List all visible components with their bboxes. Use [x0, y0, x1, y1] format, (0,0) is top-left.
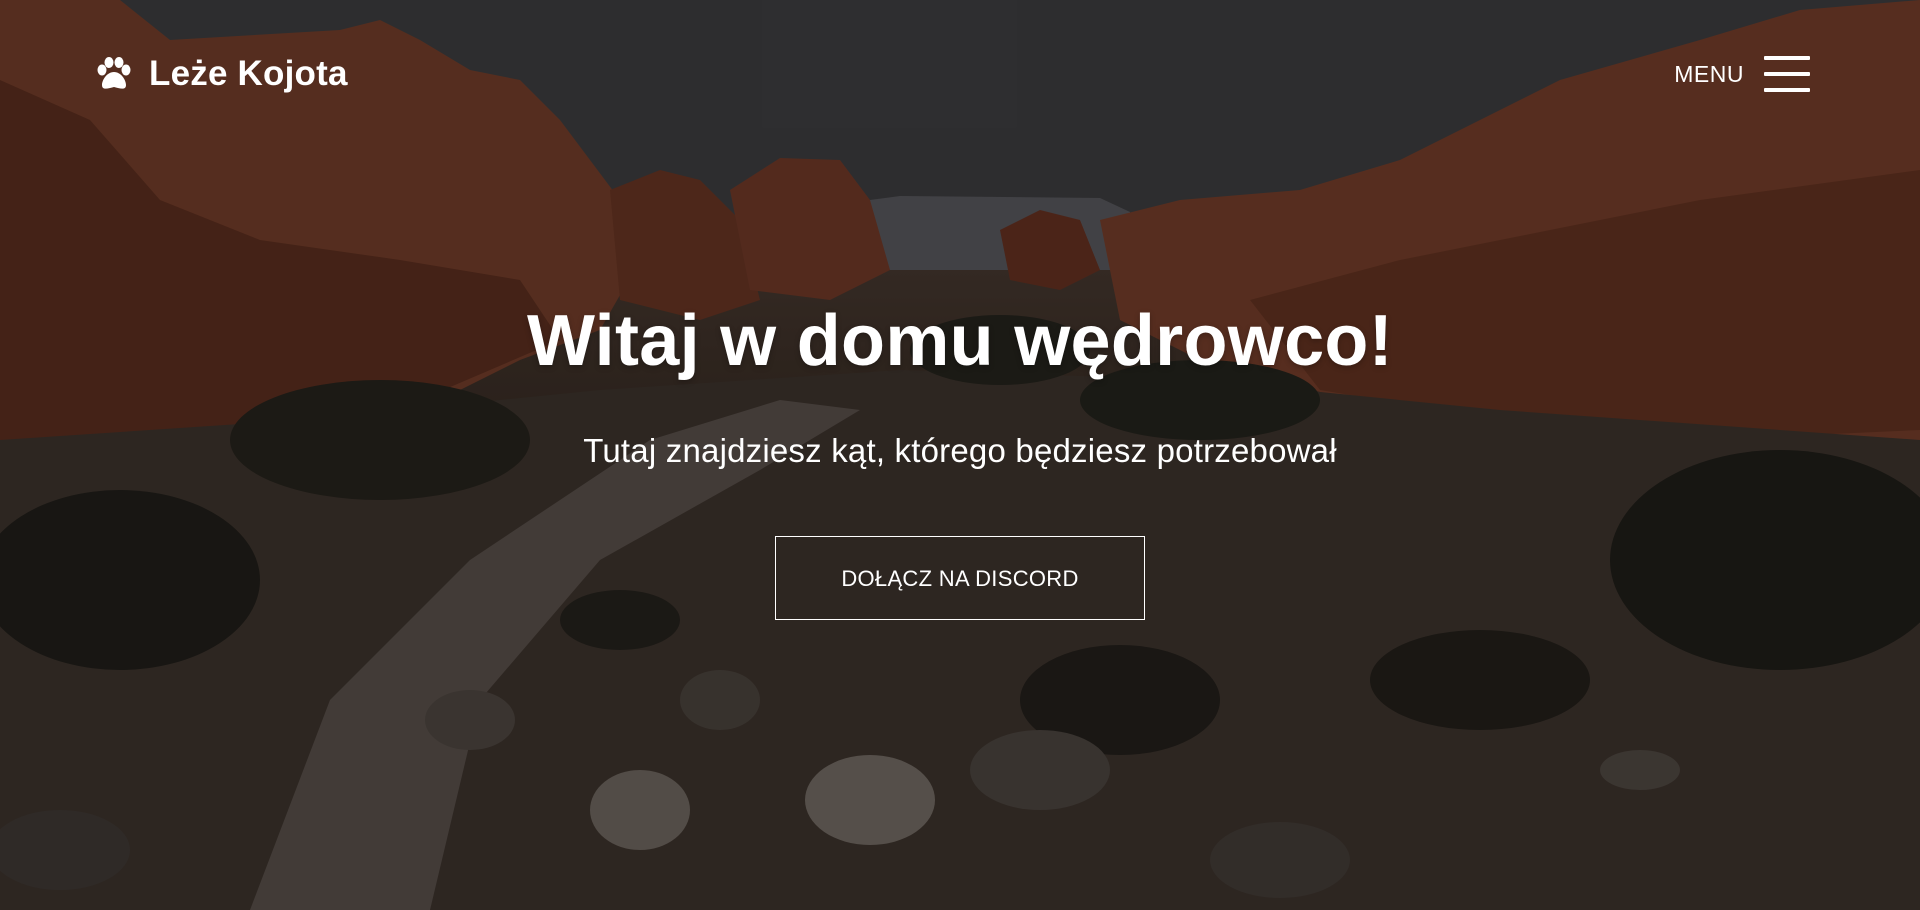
hamburger-icon	[1764, 56, 1810, 92]
paw-icon	[97, 57, 131, 89]
brand-title: Leże Kojota	[149, 54, 348, 93]
hero-title: Witaj w domu wędrowco!	[527, 301, 1393, 381]
hero-section: Leże Kojota MENU Witaj w domu wędrowco! …	[0, 0, 1920, 910]
menu-button[interactable]: MENU	[1674, 56, 1810, 92]
navbar: Leże Kojota MENU	[95, 44, 1810, 104]
menu-label: MENU	[1674, 60, 1744, 87]
brand-link[interactable]: Leże Kojota	[95, 54, 348, 94]
hero-subtitle: Tutaj znajdziesz kąt, którego będziesz p…	[583, 432, 1337, 469]
join-discord-button[interactable]: DOŁĄCZ NA DISCORD	[775, 536, 1145, 620]
hero-content: Witaj w domu wędrowco! Tutaj znajdziesz …	[0, 300, 1920, 620]
